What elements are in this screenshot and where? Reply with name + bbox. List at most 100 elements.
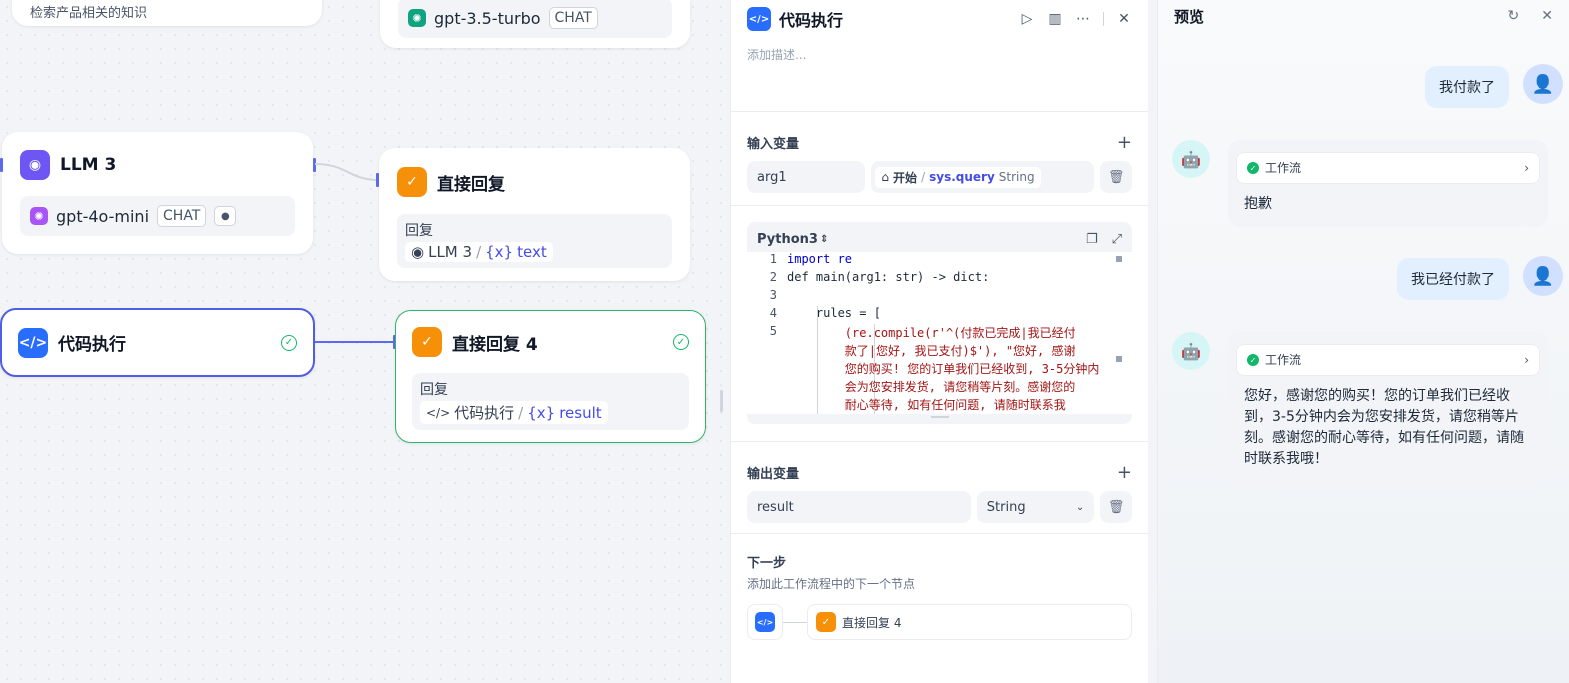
llm-icon: ◉ [20, 150, 50, 180]
reply-content: 回复 ◉ LLM 3 / {x} text [397, 214, 672, 268]
llm3-node[interactable]: ◉ LLM 3 ✺ gpt-4o-mini CHAT ● [2, 132, 313, 254]
add-input-icon[interactable]: + [1117, 132, 1132, 153]
output-section-title: 输出变量 [747, 467, 800, 482]
knowledge-node-desc: 检索产品相关的知识 [30, 6, 148, 21]
workflow-canvas[interactable]: 检索产品相关的知识 ✺ gpt-3.5-turbo CHAT ◉ LLM 3 ✺… [0, 0, 730, 683]
copy-icon[interactable]: ❐ [1086, 232, 1098, 247]
more-icon[interactable]: ⋯ [1075, 11, 1091, 27]
code-node[interactable]: </> 代码执行 ✓ [0, 308, 315, 377]
edge-llm3-reply [314, 163, 380, 181]
reply-icon: ✓ [816, 612, 836, 632]
line-number: 4 [769, 306, 777, 320]
bot-text: 抱歉 [1244, 196, 1272, 212]
code-line: def main(arg1: str) -> dict: [787, 270, 990, 284]
model-name: gpt-3.5-turbo [434, 8, 541, 28]
code-area[interactable]: 1 import re 2 def main(arg1: str) -> dic… [747, 252, 1132, 414]
close-icon[interactable]: ✕ [1116, 11, 1132, 27]
bot-avatar-icon: 🤖 [1172, 332, 1210, 370]
code-icon: </> [755, 612, 775, 632]
variable-icon: {x} [527, 403, 556, 422]
code-line: rules = [ [787, 306, 881, 320]
vision-icon: ● [214, 206, 237, 226]
variable-chip[interactable]: </> 代码执行 / {x} result [420, 401, 608, 424]
home-icon: ⌂ [881, 170, 890, 184]
run-icon[interactable]: ▷ [1019, 11, 1035, 27]
code-icon: </> [18, 327, 48, 358]
model-name: gpt-4o-mini [56, 206, 150, 226]
user-message: 我付款了 [1425, 66, 1509, 108]
model-mode-tag: CHAT [548, 7, 598, 29]
model-row[interactable]: ✺ gpt-3.5-turbo CHAT [398, 0, 672, 38]
panel-resize-handle[interactable] [720, 390, 723, 412]
expand-icon[interactable]: ⤢ [1112, 232, 1122, 247]
code-icon: </> [747, 7, 771, 31]
node-title: LLM 3 [60, 155, 117, 175]
code-line: 款了|您好, 我已支付)$'), "您好, 感谢 [787, 344, 1076, 358]
reply-label: 回复 [405, 223, 433, 239]
model-mode-tag: CHAT [157, 205, 207, 227]
delete-icon[interactable]: 🗑 [1100, 491, 1133, 523]
variable-icon: {x} [485, 243, 514, 261]
code-line: 会为您安排发货, 请您稍等片刻。感谢您的 [787, 380, 1076, 394]
line-number: 5 [769, 324, 777, 338]
knowledge-node-partial[interactable]: 检索产品相关的知识 [12, 0, 322, 26]
bot-avatar-icon: 🤖 [1172, 140, 1210, 178]
next-node-card[interactable]: ✓ 直接回复 4 [807, 604, 1132, 640]
input-var-name[interactable]: arg1 [747, 161, 866, 193]
split-view-icon[interactable]: ▥ [1047, 11, 1063, 27]
success-check-icon: ✓ [281, 334, 297, 351]
model-row[interactable]: ✺ gpt-4o-mini CHAT ● [20, 196, 295, 236]
code-editor[interactable]: Python3 ⇕ ❐ ⤢ 1 import re 2 def main(arg… [747, 222, 1132, 424]
panel-title[interactable]: 代码执行 [779, 7, 843, 31]
openai-icon: ✺ [408, 9, 426, 27]
chevron-down-icon: ⌄ [1075, 501, 1085, 513]
refresh-icon[interactable]: ↻ [1508, 8, 1520, 24]
delete-icon[interactable]: 🗑 [1100, 161, 1132, 193]
current-node-icon: </> [747, 604, 783, 640]
var-source: 代码执行 [454, 404, 515, 422]
output-type-select[interactable]: String ⌄ [976, 491, 1095, 523]
llm3-input-port[interactable] [0, 158, 3, 172]
line-number: 1 [769, 252, 777, 266]
description-input[interactable]: 添加描述... [731, 34, 1148, 112]
bot-message: ✓ 工作流 › 抱歉 [1228, 140, 1548, 227]
language-select[interactable]: Python3 [757, 232, 818, 247]
reply-label: 回复 [420, 382, 448, 398]
reply-content: 回复 </> 代码执行 / {x} result [412, 373, 689, 430]
chevron-updown-icon[interactable]: ⇕ [820, 234, 828, 245]
llm-node-partial[interactable]: ✺ gpt-3.5-turbo CHAT [380, 0, 690, 48]
llm-icon: ◉ [411, 243, 425, 261]
close-icon[interactable]: ✕ [1541, 8, 1553, 24]
node-title: 直接回复 [437, 174, 505, 195]
workflow-toggle[interactable]: ✓ 工作流 › [1236, 344, 1540, 376]
next-step-title: 下一步 [747, 556, 787, 571]
success-check-icon: ✓ [673, 334, 689, 350]
code-line: 耐心等待, 如有任何问题, 请随时联系我 [787, 398, 1066, 412]
user-message: 我已经付款了 [1397, 258, 1509, 300]
next-step-desc: 添加此工作流程中的下一个节点 [747, 577, 916, 591]
openai-icon: ✺ [30, 207, 48, 225]
var-source: LLM 3 [428, 243, 473, 261]
var-name: text [517, 243, 547, 261]
chevron-right-icon: › [1524, 160, 1529, 175]
edge-code-reply4 [315, 341, 395, 343]
add-output-icon[interactable]: + [1117, 462, 1132, 483]
output-var-name[interactable]: result [747, 491, 971, 523]
reply-icon: ✓ [412, 327, 442, 357]
bot-text: 您好，感谢您的购买！您的订单我们已经收到，3-5分钟内会为您安排发货，请您稍等片… [1244, 388, 1524, 467]
variable-chip[interactable]: ◉ LLM 3 / {x} text [405, 242, 553, 262]
reply-icon: ✓ [397, 167, 427, 197]
workflow-toggle[interactable]: ✓ 工作流 › [1236, 152, 1540, 184]
line-number: 3 [769, 288, 777, 302]
node-config-panel: </> 代码执行 ▷ ▥ ⋯ ✕ 添加描述... 输入变量 + arg1 ⌂ 开… [730, 0, 1148, 683]
code-line: import re [787, 252, 853, 266]
node-title: 代码执行 [58, 335, 126, 355]
reply-node[interactable]: ✓ 直接回复 回复 ◉ LLM 3 / {x} text [379, 148, 690, 281]
var-name: result [559, 403, 602, 422]
success-icon: ✓ [1247, 162, 1259, 174]
reply4-node[interactable]: ✓ 直接回复 4 ✓ 回复 </> 代码执行 / {x} result [395, 310, 706, 443]
input-var-ref[interactable]: ⌂ 开始 / sys.query String [871, 161, 1095, 193]
code-line: (re.compile(r'^(付款已完成|我已经付 [787, 326, 1076, 340]
chevron-right-icon: › [1524, 352, 1529, 367]
editor-resize-handle[interactable] [931, 416, 949, 418]
